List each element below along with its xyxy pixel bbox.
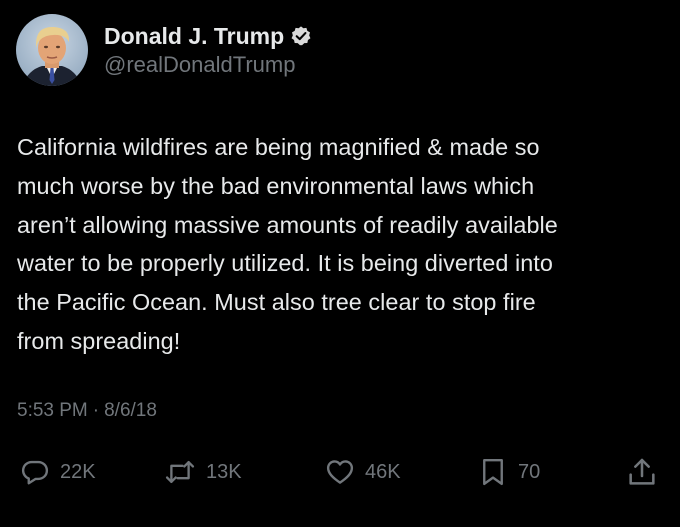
like-button[interactable]: 46K (325, 452, 401, 492)
share-button[interactable] (626, 452, 658, 492)
bookmark-button[interactable]: 70 (478, 452, 540, 492)
verified-badge-icon (290, 25, 312, 47)
name-row: Donald J. Trump (104, 22, 312, 50)
tweet-card: Donald J. Trump @realDonaldTrump Califor… (0, 0, 680, 527)
tweet-text: California wildfires are being magnified… (17, 134, 558, 354)
tweet-date[interactable]: 8/6/18 (104, 400, 157, 422)
tweet-header: Donald J. Trump @realDonaldTrump (16, 14, 312, 86)
retweet-count: 13K (206, 460, 242, 483)
heart-icon (325, 457, 355, 487)
user-names: Donald J. Trump @realDonaldTrump (104, 22, 312, 79)
reply-count: 22K (60, 460, 96, 483)
retweet-icon (164, 457, 196, 487)
user-handle[interactable]: @realDonaldTrump (104, 51, 312, 79)
tweet-time[interactable]: 5:53 PM (17, 400, 88, 422)
reply-button[interactable]: 22K (20, 452, 96, 492)
avatar[interactable] (16, 14, 88, 86)
share-icon (626, 456, 658, 488)
retweet-button[interactable]: 13K (164, 452, 242, 492)
timestamp-separator: · (92, 400, 100, 421)
bookmark-icon (478, 457, 508, 487)
action-bar: 22K 13K 46K 70 (0, 452, 680, 492)
like-count: 46K (365, 460, 401, 483)
bookmark-count: 70 (518, 460, 541, 483)
display-name[interactable]: Donald J. Trump (104, 22, 284, 50)
reply-icon (20, 457, 50, 487)
tweet-timestamp: 5:53 PM · 8/6/18 (17, 400, 157, 422)
